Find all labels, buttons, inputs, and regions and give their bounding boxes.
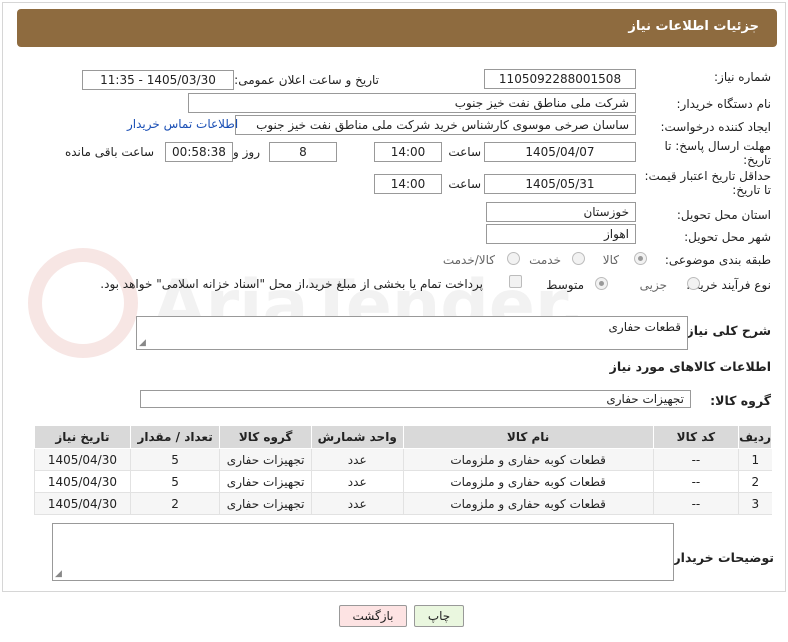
price-validity-time-field[interactable]: 14:00 xyxy=(374,174,442,194)
time-remaining-field[interactable]: 00:58:38 xyxy=(165,142,233,162)
cell-goods-group: تجهیزات حفاری xyxy=(219,492,312,515)
cell-unit: عدد xyxy=(310,448,404,471)
table-row[interactable]: 2 -- قطعات کوبه حفاری و ملزومات عدد تجهی… xyxy=(34,470,772,493)
category-goods-service-radio[interactable] xyxy=(507,252,520,265)
col-row-number: ردیف xyxy=(738,425,772,449)
cell-need-date: 1405/04/30 xyxy=(34,470,131,493)
general-description-text: قطعات حفاری xyxy=(608,320,681,334)
cell-quantity: 5 xyxy=(129,470,220,493)
price-validity-label: حداقل تاریخ اعتبار قیمت: xyxy=(644,169,771,183)
buyer-notes-field[interactable]: ◢ xyxy=(52,523,674,581)
deadline-time-label: ساعت xyxy=(448,145,481,159)
time-remaining-label: ساعت باقی مانده xyxy=(64,145,154,159)
cell-goods-group: تجهیزات حفاری xyxy=(219,448,312,471)
col-goods-group: گروه کالا xyxy=(219,425,312,449)
process-medium-radio[interactable] xyxy=(595,277,608,290)
cell-need-date: 1405/04/30 xyxy=(34,448,131,471)
creator-label: ایجاد کننده درخواست: xyxy=(660,120,771,134)
cell-row-number: 3 xyxy=(738,492,772,515)
cell-quantity: 2 xyxy=(129,492,220,515)
goods-group-label: گروه کالا: xyxy=(710,393,771,408)
cell-row-number: 1 xyxy=(738,448,772,471)
buyer-org-field[interactable]: شرکت ملی مناطق نفت خیز جنوب xyxy=(188,93,636,113)
cell-goods-code: -- xyxy=(652,492,739,515)
table-row[interactable]: 3 -- قطعات کوبه حفاری و ملزومات عدد تجهی… xyxy=(34,492,772,515)
resize-handle-icon[interactable]: ◢ xyxy=(139,339,146,348)
cell-goods-code: -- xyxy=(652,448,739,471)
category-service-radio[interactable] xyxy=(572,252,585,265)
col-need-date: تاریخ نیاز xyxy=(34,425,131,449)
need-number-label: شماره نیاز: xyxy=(714,70,771,84)
creator-field[interactable]: ساسان صرخی موسوی کارشناس خرید شرکت ملی م… xyxy=(235,115,636,135)
back-button[interactable]: بازگشت xyxy=(339,605,407,627)
price-validity-date-label: تا تاریخ: xyxy=(732,183,771,197)
table-row[interactable]: 1 -- قطعات کوبه حفاری و ملزومات عدد تجهی… xyxy=(34,448,772,471)
cell-goods-group: تجهیزات حفاری xyxy=(219,470,312,493)
watermark-emblem-icon xyxy=(28,248,138,358)
goods-table-header: ردیف کد کالا نام کالا واحد شمارش گروه کا… xyxy=(34,425,772,449)
buyer-contact-link[interactable]: اطلاعات تماس خریدار xyxy=(127,117,238,131)
category-label: طبقه بندی موضوعی: xyxy=(664,253,771,267)
col-goods-name: نام کالا xyxy=(402,425,654,449)
goods-section-title: اطلاعات کالاهای مورد نیاز xyxy=(609,359,771,374)
general-description-field[interactable]: قطعات حفاری ◢ xyxy=(136,316,688,350)
cell-need-date: 1405/04/30 xyxy=(34,492,131,515)
category-goods-label: کالا xyxy=(602,253,619,267)
page-header: جزئیات اطلاعات نیاز xyxy=(17,9,777,47)
print-button[interactable]: چاپ xyxy=(414,605,464,627)
deadline-date-field[interactable]: 1405/04/07 xyxy=(484,142,636,162)
deadline-time-field[interactable]: 14:00 xyxy=(374,142,442,162)
buyer-notes-label: توضیحات خریدار: xyxy=(668,550,774,565)
general-description-label: شرح کلی نیاز: xyxy=(681,323,771,338)
treasury-payment-text: پرداخت تمام یا بخشی از مبلغ خرید،از محل … xyxy=(100,277,483,291)
page-title: جزئیات اطلاعات نیاز xyxy=(628,19,759,34)
cell-unit: عدد xyxy=(310,470,404,493)
city-field[interactable]: اهواز xyxy=(486,224,636,244)
cell-goods-name: قطعات کوبه حفاری و ملزومات xyxy=(402,492,654,515)
province-field[interactable]: خوزستان xyxy=(486,202,636,222)
cell-unit: عدد xyxy=(310,492,404,515)
process-medium-label: متوسط xyxy=(546,278,584,292)
category-goods-radio[interactable] xyxy=(634,252,647,265)
cell-goods-name: قطعات کوبه حفاری و ملزومات xyxy=(402,470,654,493)
goods-group-field[interactable]: تجهیزات حفاری xyxy=(140,390,691,408)
province-label: استان محل تحویل: xyxy=(676,208,771,222)
deadline-date-label: تاریخ: xyxy=(743,153,771,167)
category-goods-service-label: کالا/خدمت xyxy=(442,253,495,267)
goods-table: ردیف کد کالا نام کالا واحد شمارش گروه کا… xyxy=(34,425,772,515)
cell-row-number: 2 xyxy=(738,470,772,493)
city-label: شهر محل تحویل: xyxy=(684,230,771,244)
days-label: روز و xyxy=(233,145,260,159)
announce-label: تاریخ و ساعت اعلان عمومی: xyxy=(234,73,379,87)
treasury-payment-checkbox[interactable] xyxy=(509,275,522,288)
col-goods-code: کد کالا xyxy=(652,425,740,449)
buyer-org-label: نام دستگاه خریدار: xyxy=(676,97,772,111)
col-quantity: تعداد / مقدار xyxy=(129,425,221,449)
category-service-label: خدمت xyxy=(529,253,561,267)
need-number-field[interactable]: 1105092288001508 xyxy=(484,69,636,89)
process-minor-label: جزیی xyxy=(639,278,667,292)
cell-goods-name: قطعات کوبه حفاری و ملزومات xyxy=(402,448,654,471)
price-validity-date-field[interactable]: 1405/05/31 xyxy=(484,174,636,194)
price-validity-time-label: ساعت xyxy=(448,177,481,191)
cell-quantity: 5 xyxy=(129,448,220,471)
resize-handle-icon[interactable]: ◢ xyxy=(55,570,62,579)
process-minor-radio[interactable] xyxy=(687,277,700,290)
announce-datetime-field[interactable]: 1405/03/30 - 11:35 xyxy=(82,70,234,90)
cell-goods-code: -- xyxy=(652,470,739,493)
col-unit: واحد شمارش xyxy=(310,425,404,449)
deadline-label: مهلت ارسال پاسخ: تا xyxy=(664,139,771,153)
days-remaining-field[interactable]: 8 xyxy=(269,142,337,162)
